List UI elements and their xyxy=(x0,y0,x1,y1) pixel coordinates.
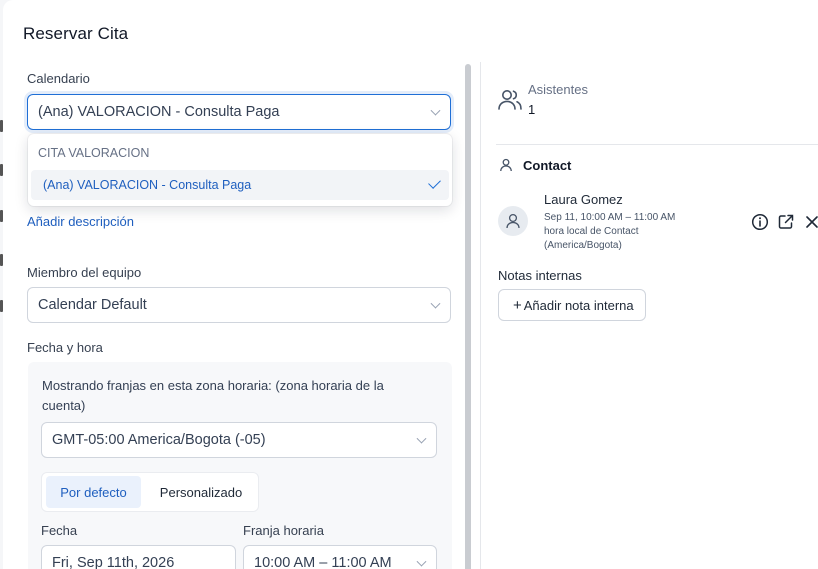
plus-icon: + xyxy=(513,296,522,314)
chevron-down-icon xyxy=(416,433,427,444)
avatar xyxy=(498,206,528,236)
calendar-select[interactable]: (Ana) VALORACION - Consulta Paga xyxy=(27,94,451,130)
calendar-dropdown: CITA VALORACION (Ana) VALORACION - Consu… xyxy=(28,134,452,206)
team-member-value: Calendar Default xyxy=(38,297,147,313)
tab-default[interactable]: Por defecto xyxy=(46,476,141,508)
team-member-label: Miembro del equipo xyxy=(27,265,142,280)
modal-title: Reservar Cita xyxy=(23,24,129,43)
add-internal-note-button[interactable]: + Añadir nota interna xyxy=(498,289,646,321)
slot-mode-toggle: Por defecto Personalizado xyxy=(41,472,259,512)
chevron-down-icon xyxy=(430,105,441,116)
dropdown-group-label: CITA VALORACION xyxy=(38,146,150,160)
internal-notes-label: Notas internas xyxy=(498,268,582,283)
calendar-select-value: (Ana) VALORACION - Consulta Paga xyxy=(38,104,280,120)
section-divider xyxy=(496,144,818,145)
tab-custom[interactable]: Personalizado xyxy=(146,476,256,508)
info-icon[interactable] xyxy=(751,213,769,231)
dropdown-option-label: (Ana) VALORACION - Consulta Paga xyxy=(43,178,252,192)
add-description-link[interactable]: Añadir descripción xyxy=(27,214,134,229)
contact-time: Sep 11, 10:00 AM – 11:00 AM xyxy=(544,212,676,223)
contact-tz-line1: hora local de Contact xyxy=(544,226,639,237)
datetime-panel: Mostrando franjas en esta zona horaria: … xyxy=(28,362,452,569)
team-member-select[interactable]: Calendar Default xyxy=(27,287,451,323)
users-icon xyxy=(498,90,522,110)
slot-value: 10:00 AM – 11:00 AM xyxy=(254,555,392,569)
scrollbar[interactable] xyxy=(465,64,471,569)
chevron-down-icon xyxy=(416,556,427,567)
attendees-count: 1 xyxy=(528,102,536,117)
slot-label: Franja horaria xyxy=(243,523,324,538)
add-internal-note-label: Añadir nota interna xyxy=(523,297,634,313)
contact-section-label: Contact xyxy=(523,158,572,173)
contact-name[interactable]: Laura Gomez xyxy=(544,192,623,207)
person-icon xyxy=(500,158,512,172)
date-input[interactable]: Fri, Sep 11th, 2026 xyxy=(41,545,236,569)
chevron-down-icon xyxy=(430,298,441,309)
avatar-person-icon xyxy=(506,213,520,229)
timezone-select[interactable]: GMT-05:00 America/Bogota (-05) xyxy=(41,422,437,458)
date-value: Fri, Sep 11th, 2026 xyxy=(52,555,175,569)
calendar-label: Calendario xyxy=(27,71,90,86)
check-icon xyxy=(428,176,441,189)
datetime-label: Fecha y hora xyxy=(27,340,103,355)
timezone-value: GMT-05:00 America/Bogota (-05) xyxy=(52,432,266,448)
attendees-label: Asistentes xyxy=(528,82,588,97)
contact-tz-line2: (America/Bogota) xyxy=(544,240,622,251)
dropdown-option[interactable]: (Ana) VALORACION - Consulta Paga xyxy=(31,170,449,200)
close-icon[interactable] xyxy=(804,214,818,230)
external-link-icon[interactable] xyxy=(777,213,795,231)
timezone-notice: Mostrando franjas en esta zona horaria: … xyxy=(42,378,384,413)
date-label: Fecha xyxy=(41,523,78,538)
slot-select[interactable]: 10:00 AM – 11:00 AM xyxy=(243,545,437,569)
side-panel: Asistentes 1 Contact Laura Gomez Sep 11,… xyxy=(481,62,818,569)
booking-modal: Reservar Cita Calendario (Ana) VALORACIO… xyxy=(3,0,818,569)
